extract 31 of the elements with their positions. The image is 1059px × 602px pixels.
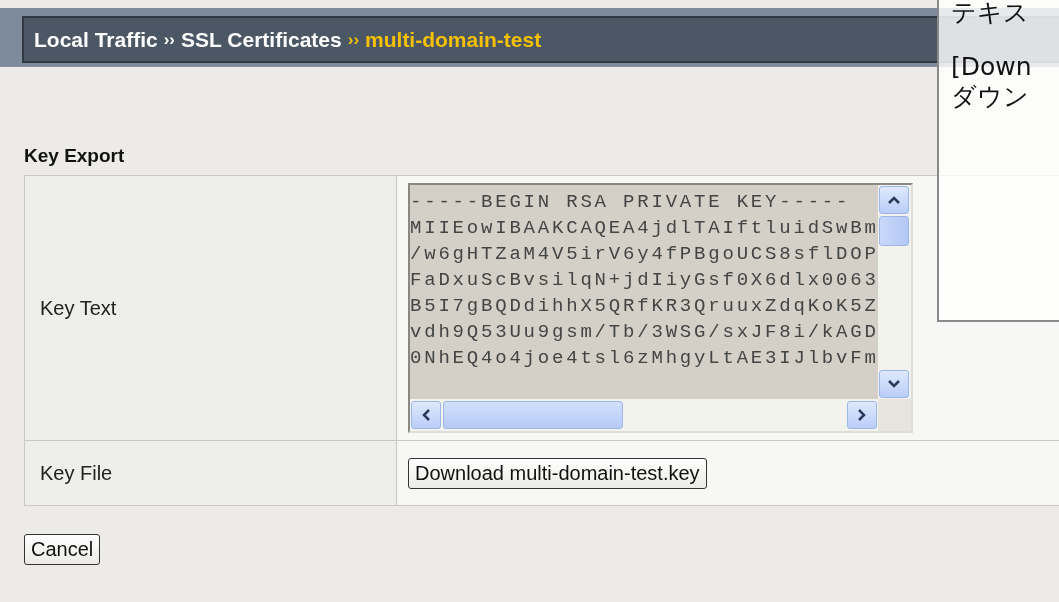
row-label: Key Text [40,296,117,320]
section-title: Key Export [24,145,126,168]
scroll-up-button[interactable] [879,186,910,214]
vertical-scroll-thumb[interactable] [879,216,910,246]
caret-down-icon [888,380,901,388]
scroll-down-button[interactable] [879,370,910,398]
key-text-line: MIIEowIBAAKCAQEA4jdlTAIftluidSwBm [410,216,879,241]
horizontal-scroll-thumb[interactable] [443,401,623,429]
scroll-left-button[interactable] [411,401,441,429]
row-label: Key File [40,461,113,485]
callout-text: ダウン [951,82,1030,112]
breadcrumb-link[interactable]: Local Traffic [34,27,158,52]
caret-right-icon [858,409,866,421]
scroll-right-button[interactable] [847,401,877,429]
key-text-line: 0NhEQ4o4joe4tsl6zMhgyLtAE3IJlbvFm [410,346,879,371]
cancel-button[interactable]: Cancel [24,534,101,565]
scrollbar-corner [878,399,911,431]
breadcrumb-link[interactable]: SSL Certificates [181,27,342,52]
callout-text: [Down [951,52,1033,82]
caret-up-icon [888,196,901,204]
key-text-area[interactable] [408,183,913,433]
key-text-line: B5I7gBQDdihhX5QRfKR3QruuxZdqKoK5Z [410,294,879,319]
key-text-line: /w6gHTZaM4V5irV6y4fPBgoUCS8sflDOP [410,242,879,267]
download-button[interactable]: Download multi-domain-test.key [408,457,707,489]
key-text-line: vdh9Q53Uu9gsm/Tb/3WSG/sxJF8i/kAGD [410,320,879,345]
callout-text: テキス [951,0,1030,28]
key-text-line: FaDxuScBvsilqN+jdIiyGsf0X6dlx0063 [410,268,879,293]
caret-left-icon [422,409,430,421]
breadcrumb-separator: ›› [347,29,360,50]
key-text-line: -----BEGIN RSA PRIVATE KEY----- [410,190,852,215]
breadcrumb-separator: ›› [163,29,176,50]
